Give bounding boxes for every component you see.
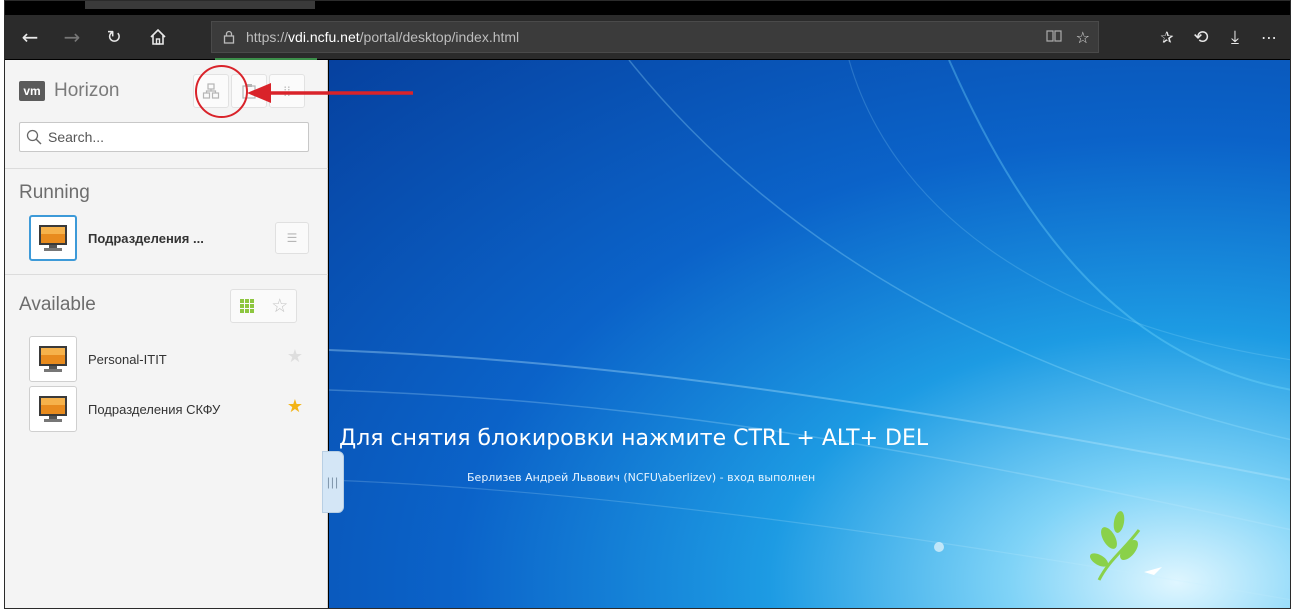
vm-badge: vm	[19, 81, 45, 101]
available-desktop-label: Подразделения СКФУ	[88, 401, 221, 417]
grid-view-button[interactable]	[231, 290, 264, 322]
available-desktop-item[interactable]: Подразделения СКФУ ★	[29, 385, 309, 433]
monitor-icon	[39, 225, 67, 251]
grid-icon	[240, 299, 255, 313]
divider	[5, 274, 328, 275]
address-bar[interactable]: https://vdi.ncfu.net/portal/desktop/inde…	[211, 21, 1099, 53]
horizon-sidebar: vm Horizon ⁞⁞ Running П	[5, 60, 328, 608]
lock-message: Для снятия блокировки нажмите CTRL + ALT…	[339, 426, 929, 451]
running-desktop-item[interactable]: Подразделения ... ☰	[29, 214, 309, 262]
running-desktop-menu-button[interactable]: ☰	[275, 222, 309, 254]
favorite-star-icon[interactable]: ☆	[1076, 28, 1090, 47]
divider	[5, 168, 328, 169]
desktop-thumbnail	[29, 336, 77, 382]
sidebar-collapse-handle[interactable]: |||	[322, 451, 344, 513]
favorites-list-icon[interactable]: ✰	[1150, 15, 1184, 59]
monitor-icon	[39, 396, 67, 422]
browser-window: ← → ↻ https://vdi.ncfu.net/portal/deskto…	[4, 0, 1291, 609]
monitor-icon	[39, 346, 67, 372]
horizon-logo: vm Horizon	[19, 80, 119, 102]
lock-icon	[212, 30, 246, 44]
favorite-star-on-icon[interactable]: ★	[287, 397, 303, 417]
refresh-icon[interactable]: ↻	[97, 15, 131, 59]
search-input[interactable]	[48, 129, 288, 145]
logged-in-user: Берлизев Андрей Львович (NCFU\aberlizev)…	[467, 471, 816, 484]
available-desktop-label: Personal-ITIT	[88, 351, 167, 367]
running-section-title: Running	[19, 182, 90, 203]
view-toggle: ☆	[230, 289, 297, 323]
wallpaper-swirls	[329, 60, 1290, 601]
favorites-view-button[interactable]: ☆	[264, 290, 297, 322]
annotation-circle	[195, 65, 248, 118]
tab-strip	[5, 1, 1290, 13]
search-box[interactable]	[19, 122, 309, 152]
search-icon	[20, 129, 48, 145]
remote-desktop[interactable]: Для снятия блокировки нажмите CTRL + ALT…	[329, 60, 1290, 608]
reading-view-icon[interactable]	[1046, 28, 1062, 47]
download-icon[interactable]: ⤓	[1218, 15, 1252, 59]
browser-toolbar: ← → ↻ https://vdi.ncfu.net/portal/deskto…	[5, 15, 1290, 59]
forward-icon[interactable]: →	[55, 15, 89, 59]
more-icon[interactable]: ⋯	[1252, 15, 1286, 59]
url-text: https://vdi.ncfu.net/portal/desktop/inde…	[246, 29, 520, 45]
back-icon[interactable]: ←	[13, 15, 47, 59]
desktop-thumbnail	[29, 386, 77, 432]
history-icon[interactable]: ⟲	[1184, 15, 1218, 59]
available-desktop-item[interactable]: Personal-ITIT ★	[29, 335, 309, 383]
brand-name: Horizon	[54, 80, 120, 101]
favorite-star-off-icon[interactable]: ★	[287, 347, 303, 367]
available-section-title: Available	[19, 294, 96, 315]
desktop-thumbnail	[29, 215, 77, 261]
running-desktop-label: Подразделения ...	[88, 230, 204, 246]
annotation-arrow	[247, 83, 413, 103]
home-icon[interactable]	[141, 15, 175, 59]
list-menu-icon: ☰	[286, 231, 298, 245]
star-outline-icon: ☆	[271, 295, 289, 317]
